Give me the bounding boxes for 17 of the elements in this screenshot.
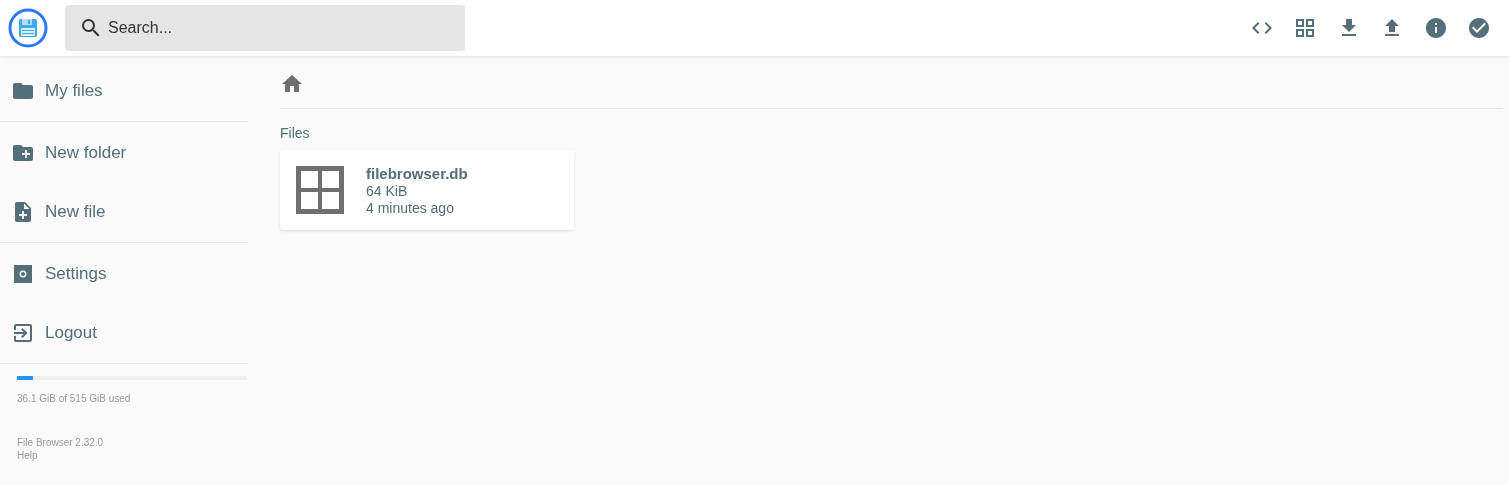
- sidebar-item[interactable]: My files: [0, 61, 248, 120]
- logo-icon: [8, 8, 48, 48]
- version-text: File Browser 2.32.0: [17, 437, 105, 448]
- info-icon: [1423, 16, 1448, 40]
- file-size: 64 KiB: [366, 182, 408, 199]
- sidebar-item[interactable]: Settings: [0, 244, 248, 303]
- help-link[interactable]: Help: [17, 450, 38, 461]
- sidebar-item[interactable]: Logout: [0, 303, 248, 362]
- storage-usage: 36.1 GiB of 515 GiB used: [17, 393, 132, 404]
- sidebar-item[interactable]: New folder: [0, 123, 248, 182]
- sidebar-item[interactable]: New file: [0, 182, 248, 241]
- search-field[interactable]: Search...: [65, 5, 465, 51]
- file-card[interactable]: filebrowser.db 64 KiB 4 minutes ago: [280, 150, 574, 230]
- file-modified: 4 minutes ago: [366, 199, 454, 216]
- file-name: filebrowser.db: [366, 164, 468, 182]
- section-title: Files: [280, 125, 310, 141]
- grid-file-icon: [296, 166, 344, 214]
